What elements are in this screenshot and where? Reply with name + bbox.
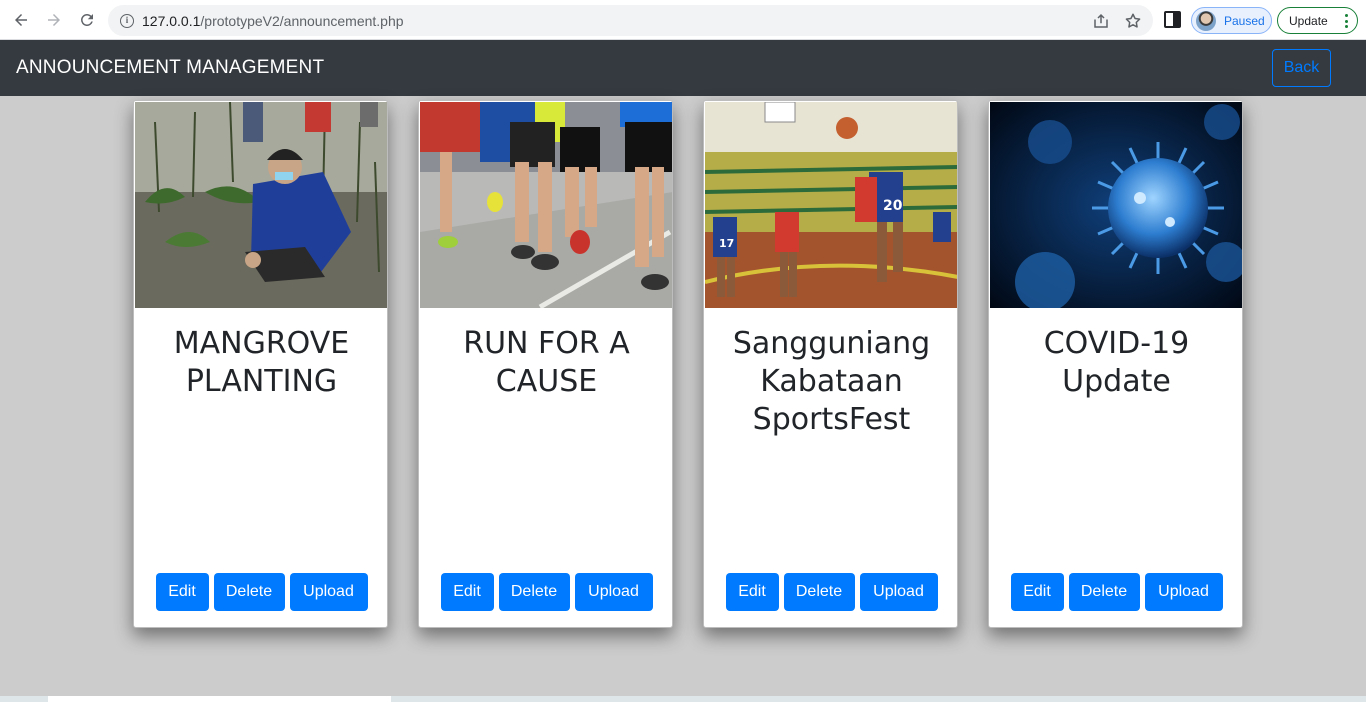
announcement-card: MANGROVE PLANTING Edit Delete Upload bbox=[133, 100, 388, 628]
card-actions: Edit Delete Upload bbox=[989, 573, 1242, 611]
card-title: MANGROVE PLANTING bbox=[173, 326, 350, 399]
upload-button[interactable]: Upload bbox=[289, 573, 368, 611]
delete-button[interactable]: Delete bbox=[213, 573, 285, 611]
reload-icon[interactable] bbox=[75, 8, 99, 32]
card-title: COVID-19 Update bbox=[1043, 326, 1190, 399]
svg-text:17: 17 bbox=[719, 237, 734, 250]
fun-run-photo bbox=[420, 102, 672, 308]
address-bar[interactable]: i 127.0.0.1/prototypeV2/announcement.php bbox=[108, 5, 1153, 36]
card-actions: Edit Delete Upload bbox=[704, 573, 957, 611]
update-label: Update bbox=[1289, 13, 1328, 28]
back-arrow-icon[interactable] bbox=[9, 8, 33, 32]
announcement-card: 20 17 Sangguniang Kabataan SportsFest Ed… bbox=[703, 100, 958, 628]
edit-button[interactable]: Edit bbox=[1010, 573, 1064, 611]
coronavirus-photo bbox=[990, 102, 1242, 308]
profile-button[interactable]: Paused bbox=[1191, 7, 1272, 34]
more-menu-icon[interactable] bbox=[1345, 14, 1348, 28]
card-actions: Edit Delete Upload bbox=[419, 573, 672, 611]
announcement-card: COVID-19 Update Edit Delete Upload bbox=[988, 100, 1243, 628]
upload-button[interactable]: Upload bbox=[859, 573, 938, 611]
back-button[interactable]: Back bbox=[1272, 49, 1331, 87]
bookmark-star-icon[interactable] bbox=[1124, 12, 1142, 30]
edit-button[interactable]: Edit bbox=[725, 573, 779, 611]
avatar bbox=[1196, 10, 1216, 31]
edit-button[interactable]: Edit bbox=[440, 573, 494, 611]
app-navbar: ANNOUNCEMENT MANAGEMENT Back bbox=[0, 40, 1366, 96]
mangrove-planting-photo bbox=[135, 102, 387, 308]
delete-button[interactable]: Delete bbox=[1068, 573, 1140, 611]
card-actions: Edit Delete Upload bbox=[134, 573, 387, 611]
taskbar-strip bbox=[0, 696, 1366, 702]
page-title: ANNOUNCEMENT MANAGEMENT bbox=[16, 57, 325, 78]
share-icon[interactable] bbox=[1092, 12, 1110, 30]
update-button[interactable]: Update bbox=[1277, 7, 1358, 34]
edit-button[interactable]: Edit bbox=[155, 573, 209, 611]
upload-button[interactable]: Upload bbox=[574, 573, 653, 611]
site-info-icon[interactable]: i bbox=[120, 13, 134, 28]
delete-button[interactable]: Delete bbox=[498, 573, 570, 611]
forward-arrow-icon[interactable] bbox=[42, 8, 66, 32]
upload-button[interactable]: Upload bbox=[1144, 573, 1223, 611]
basketball-game-photo: 20 17 bbox=[705, 102, 957, 308]
card-title: RUN FOR A CAUSE bbox=[463, 326, 630, 399]
url-text: 127.0.0.1/prototypeV2/announcement.php bbox=[142, 12, 404, 29]
side-panel-icon[interactable] bbox=[1164, 11, 1181, 28]
card-title: Sangguniang Kabataan SportsFest bbox=[732, 326, 931, 437]
announcement-card: RUN FOR A CAUSE Edit Delete Upload bbox=[418, 100, 673, 628]
svg-text:20: 20 bbox=[883, 198, 903, 214]
profile-status-label: Paused bbox=[1224, 13, 1265, 28]
delete-button[interactable]: Delete bbox=[783, 573, 855, 611]
browser-toolbar: i 127.0.0.1/prototypeV2/announcement.php… bbox=[0, 0, 1366, 40]
